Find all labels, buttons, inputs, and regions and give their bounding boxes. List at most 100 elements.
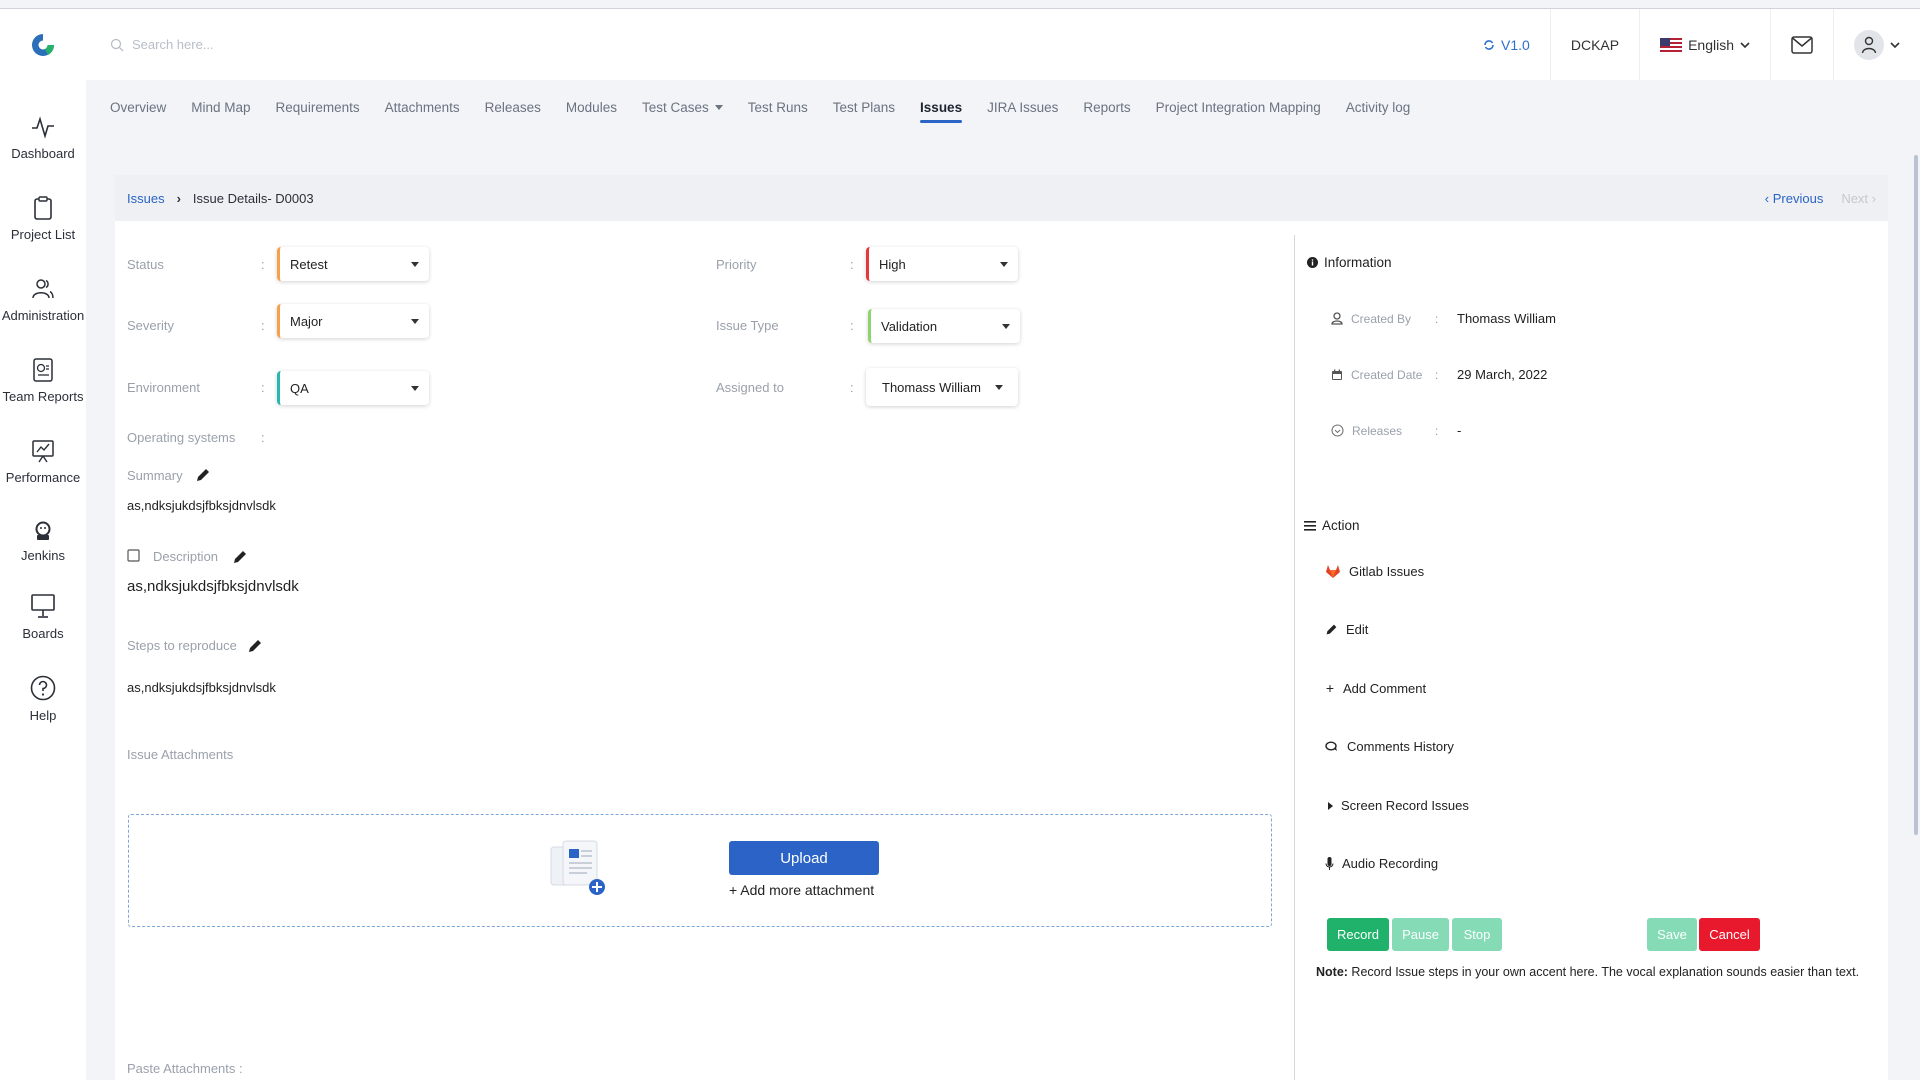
issue-type-select[interactable]: Validation (868, 309, 1020, 343)
created-by-label: Created By (1351, 311, 1412, 326)
status-select[interactable]: Retest (277, 247, 429, 281)
description-value: as,ndksjukdsjfbksjdnvlsdk (127, 578, 299, 595)
pause-button[interactable]: Pause (1392, 918, 1449, 951)
version-badge[interactable]: V1.0 (1463, 9, 1550, 80)
edit-steps-icon[interactable] (247, 638, 263, 654)
sidebar-item-label: Help (29, 708, 57, 723)
search-icon (110, 38, 124, 51)
mail-icon (1791, 35, 1813, 54)
sidebar-item-label: Team Reports (2, 389, 84, 404)
created-by-row: Created By : Thomass William (1331, 311, 1556, 326)
cancel-button[interactable]: Cancel (1699, 918, 1760, 951)
add-more-attachment-link[interactable]: + Add more attachment (729, 882, 874, 898)
mail-button[interactable] (1770, 9, 1833, 80)
tab-test-plans[interactable]: Test Plans (833, 100, 895, 123)
summary-label: Summary (127, 468, 183, 483)
gitlab-issues-label: Gitlab Issues (1349, 564, 1425, 579)
caret-down-icon (411, 318, 419, 324)
breadcrumb-separator-icon: › (176, 190, 181, 206)
tab-issues[interactable]: Issues (920, 100, 963, 123)
previous-button[interactable]: ‹ Previous (1765, 191, 1824, 206)
tab-requirements[interactable]: Requirements (276, 100, 360, 123)
help-icon (30, 675, 56, 701)
user-menu[interactable] (1833, 9, 1920, 80)
release-icon (1331, 424, 1344, 437)
releases-row: Releases : - (1331, 423, 1461, 438)
search-bar[interactable]: Search here... (110, 37, 214, 52)
calendar-icon (1332, 369, 1342, 380)
recording-note: Note: Record Issue steps in your own acc… (1316, 965, 1876, 981)
users-icon (32, 279, 54, 299)
sidebar-item-dashboard[interactable]: Dashboard (0, 114, 86, 161)
colon: : (1435, 423, 1439, 438)
tab-test-cases[interactable]: Test Cases (642, 100, 723, 123)
sidebar-item-team-reports[interactable]: Team Reports (0, 357, 86, 404)
steps-label: Steps to reproduce (127, 638, 237, 653)
status-value: Retest (290, 256, 328, 272)
tab-activity-log[interactable]: Activity log (1346, 100, 1411, 123)
search-input[interactable]: Search here... (132, 37, 214, 52)
app-logo[interactable] (0, 32, 86, 58)
column-divider (1294, 235, 1295, 1080)
performance-icon (32, 440, 54, 463)
next-button[interactable]: Next › (1841, 191, 1876, 206)
edit-summary-icon[interactable] (195, 467, 211, 483)
user-icon (1331, 312, 1343, 325)
assigned-to-select[interactable]: Thomass William (866, 368, 1018, 406)
priority-select[interactable]: High (866, 247, 1018, 281)
sidebar-item-help[interactable]: Help (0, 674, 86, 723)
logo-icon (32, 33, 55, 56)
gitlab-issues-action[interactable]: Gitlab Issues (1325, 564, 1424, 579)
sidebar-item-performance[interactable]: Performance (0, 438, 86, 485)
tab-overview[interactable]: Overview (110, 100, 166, 123)
comments-icon (1325, 741, 1337, 751)
breadcrumb-issues-link[interactable]: Issues (127, 191, 165, 206)
save-button[interactable]: Save (1647, 918, 1697, 951)
edit-description-icon[interactable] (232, 549, 248, 565)
comments-history-action[interactable]: Comments History (1325, 739, 1454, 754)
note-text: Record Issue steps in your own accent he… (1347, 965, 1860, 979)
note-bold: Note: (1316, 965, 1348, 979)
created-date-value: 29 March, 2022 (1457, 367, 1548, 382)
tab-reports[interactable]: Reports (1083, 100, 1130, 123)
chevron-down-icon (1890, 41, 1900, 48)
sidebar-item-boards[interactable]: Boards (0, 592, 86, 641)
sidebar-item-jenkins[interactable]: Jenkins (0, 520, 86, 563)
caret-down-icon (411, 385, 419, 391)
attachment-dropzone[interactable]: Upload + Add more attachment (128, 814, 1272, 927)
sidebar-item-label: Dashboard (11, 146, 75, 161)
releases-label: Releases (1352, 423, 1403, 438)
tab-modules[interactable]: Modules (566, 100, 617, 123)
tab-test-runs[interactable]: Test Runs (748, 100, 808, 123)
add-comment-action[interactable]: + Add Comment (1325, 680, 1426, 696)
description-checkbox-icon[interactable] (127, 549, 141, 563)
tab-releases[interactable]: Releases (485, 100, 541, 123)
tab-project-integration-mapping[interactable]: Project Integration Mapping (1156, 100, 1321, 123)
colon: : (261, 257, 265, 272)
record-button[interactable]: Record (1327, 918, 1389, 951)
page-scrollbar[interactable] (1914, 155, 1918, 835)
colon: : (261, 318, 265, 333)
comments-history-label: Comments History (1347, 739, 1454, 754)
tab-jira-issues[interactable]: JIRA Issues (987, 100, 1058, 123)
upload-button[interactable]: Upload (729, 841, 879, 875)
language-selector[interactable]: English (1639, 9, 1770, 80)
environment-select[interactable]: QA (277, 371, 429, 405)
tab-mind-map[interactable]: Mind Map (191, 100, 250, 123)
edit-action[interactable]: Edit (1325, 622, 1368, 637)
severity-select[interactable]: Major (277, 304, 429, 338)
sidebar-item-project-list[interactable]: Project List (0, 195, 86, 242)
screen-record-action[interactable]: Screen Record Issues (1325, 798, 1469, 813)
sidebar-item-administration[interactable]: Administration (0, 276, 86, 323)
summary-value: as,ndksjukdsjfbksjdnvlsdk (127, 498, 276, 513)
org-name[interactable]: DCKAP (1549, 9, 1639, 80)
edit-label: Edit (1346, 622, 1369, 637)
next-label: Next (1841, 190, 1869, 206)
stop-button[interactable]: Stop (1452, 918, 1502, 951)
sync-icon (1484, 39, 1494, 50)
caret-down-icon (411, 261, 419, 267)
sidebar-item-label: Boards (22, 626, 64, 641)
audio-recording-action[interactable]: Audio Recording (1325, 856, 1438, 871)
tab-attachments[interactable]: Attachments (385, 100, 460, 123)
priority-value: High (879, 256, 906, 272)
